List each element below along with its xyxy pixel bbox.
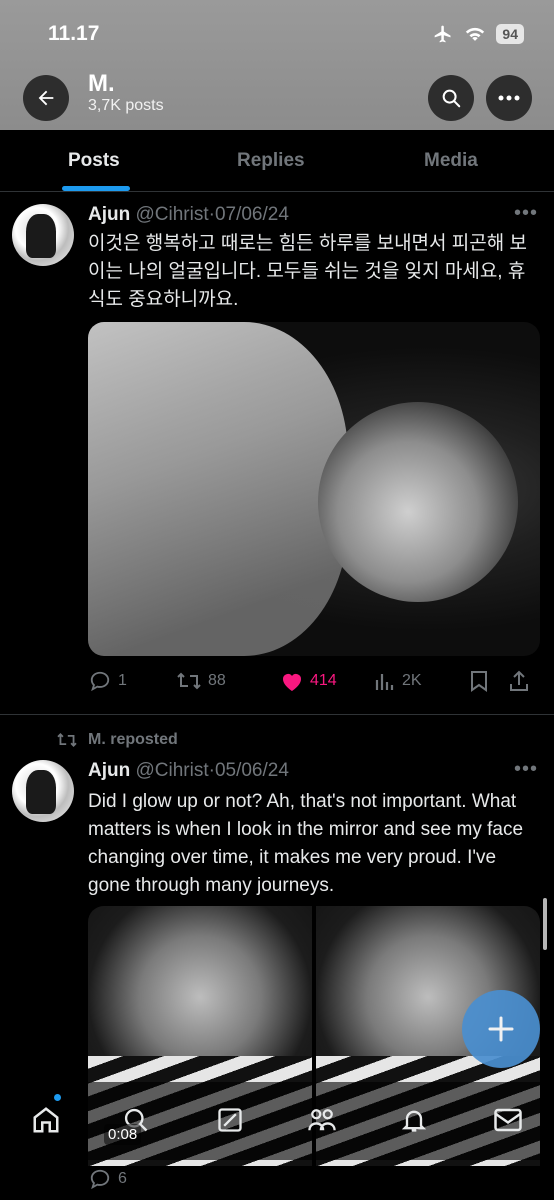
- search-button[interactable]: [428, 75, 474, 121]
- back-button[interactable]: [23, 75, 69, 121]
- post-image[interactable]: [88, 322, 540, 656]
- video-timestamp: 0:08: [104, 1124, 142, 1145]
- post-more-icon[interactable]: •••: [514, 202, 538, 225]
- wifi-icon: [466, 27, 485, 41]
- author-handle[interactable]: @Cihrist: [136, 204, 209, 225]
- profile-name: M.: [88, 70, 115, 97]
- bookmark-icon: [471, 671, 487, 692]
- nav-communities[interactable]: [304, 1102, 340, 1138]
- reply-icon: [90, 671, 110, 692]
- analytics-icon: [375, 674, 394, 690]
- status-time: 11.17: [48, 22, 100, 45]
- plus-icon: [488, 1016, 514, 1042]
- reply-button[interactable]: 6: [88, 1168, 176, 1190]
- avatar[interactable]: [12, 760, 74, 822]
- profile-post-count: 3,7K posts: [88, 97, 164, 114]
- more-dots-icon: [498, 95, 520, 101]
- airplane-icon: [435, 25, 451, 43]
- post-more-icon[interactable]: •••: [514, 758, 538, 781]
- mail-icon: [494, 1108, 522, 1132]
- reply-count: 1: [118, 672, 127, 689]
- share-icon: [510, 670, 528, 691]
- search-icon: [442, 89, 461, 108]
- post-text: 이것은 행복하고 때로는 힘든 하루를 보내면서 피곤해 보이는 나의 얼굴입니…: [88, 233, 527, 310]
- scrollbar[interactable]: [543, 898, 547, 950]
- like-button[interactable]: 414: [280, 670, 374, 692]
- notification-dot: [54, 1094, 61, 1101]
- reply-button[interactable]: 1: [88, 670, 176, 692]
- tab-posts[interactable]: Posts: [68, 150, 120, 172]
- like-count: 414: [310, 672, 337, 689]
- author-name[interactable]: Ajun: [88, 204, 130, 225]
- home-icon: [33, 1107, 59, 1133]
- bell-icon: [401, 1110, 427, 1132]
- nav-notifications[interactable]: [396, 1102, 432, 1138]
- repost-indicator[interactable]: M. reposted: [56, 731, 178, 749]
- post-divider: [0, 714, 554, 715]
- bottom-navigation: [0, 1082, 554, 1160]
- share-button[interactable]: [508, 670, 530, 692]
- post-header: Ajun @Cihrist·05/06/24: [88, 760, 289, 782]
- repost-label: M. reposted: [88, 731, 178, 748]
- status-icons: 94: [432, 24, 524, 44]
- repost-icon: [177, 672, 201, 690]
- arrow-left-icon: [38, 90, 54, 106]
- nav-messages[interactable]: [490, 1102, 526, 1138]
- views-button[interactable]: 2K: [374, 670, 470, 692]
- reply-icon: [90, 1169, 110, 1190]
- nav-grok[interactable]: [212, 1102, 248, 1138]
- heart-filled-icon: [283, 674, 301, 691]
- post-actions: 6: [88, 1168, 538, 1190]
- view-count: 2K: [402, 672, 422, 689]
- repost-count: 88: [208, 672, 226, 689]
- reply-count: 6: [118, 1170, 127, 1187]
- post-header: Ajun @Cihrist·07/06/24: [88, 204, 289, 226]
- battery-indicator: 94: [496, 24, 524, 44]
- repost-icon: [57, 732, 77, 748]
- tab-replies[interactable]: Replies: [237, 150, 305, 172]
- more-options-button[interactable]: [486, 75, 532, 121]
- repost-button[interactable]: 88: [176, 670, 280, 692]
- post-text: Did I glow up or not? Ah, that's not imp…: [88, 791, 524, 896]
- nav-home[interactable]: [28, 1102, 64, 1138]
- communities-icon: [308, 1109, 336, 1131]
- grok-icon: [218, 1108, 242, 1132]
- status-bar: 11.17 94: [0, 22, 554, 50]
- author-handle[interactable]: @Cihrist: [136, 760, 209, 781]
- profile-tabs: Posts Replies Media: [0, 130, 554, 192]
- post-actions: 1 88 414 2K: [88, 670, 538, 692]
- post-date: ·05/06/24: [208, 760, 289, 781]
- profile-header: 11.17 94 M. 3,7K posts: [0, 0, 554, 130]
- post-date: ·07/06/24: [208, 204, 289, 225]
- bookmark-button[interactable]: [470, 670, 508, 692]
- active-tab-indicator: [62, 186, 130, 191]
- tab-media[interactable]: Media: [424, 150, 478, 172]
- avatar[interactable]: [12, 204, 74, 266]
- author-name[interactable]: Ajun: [88, 760, 130, 781]
- compose-button[interactable]: [462, 990, 540, 1068]
